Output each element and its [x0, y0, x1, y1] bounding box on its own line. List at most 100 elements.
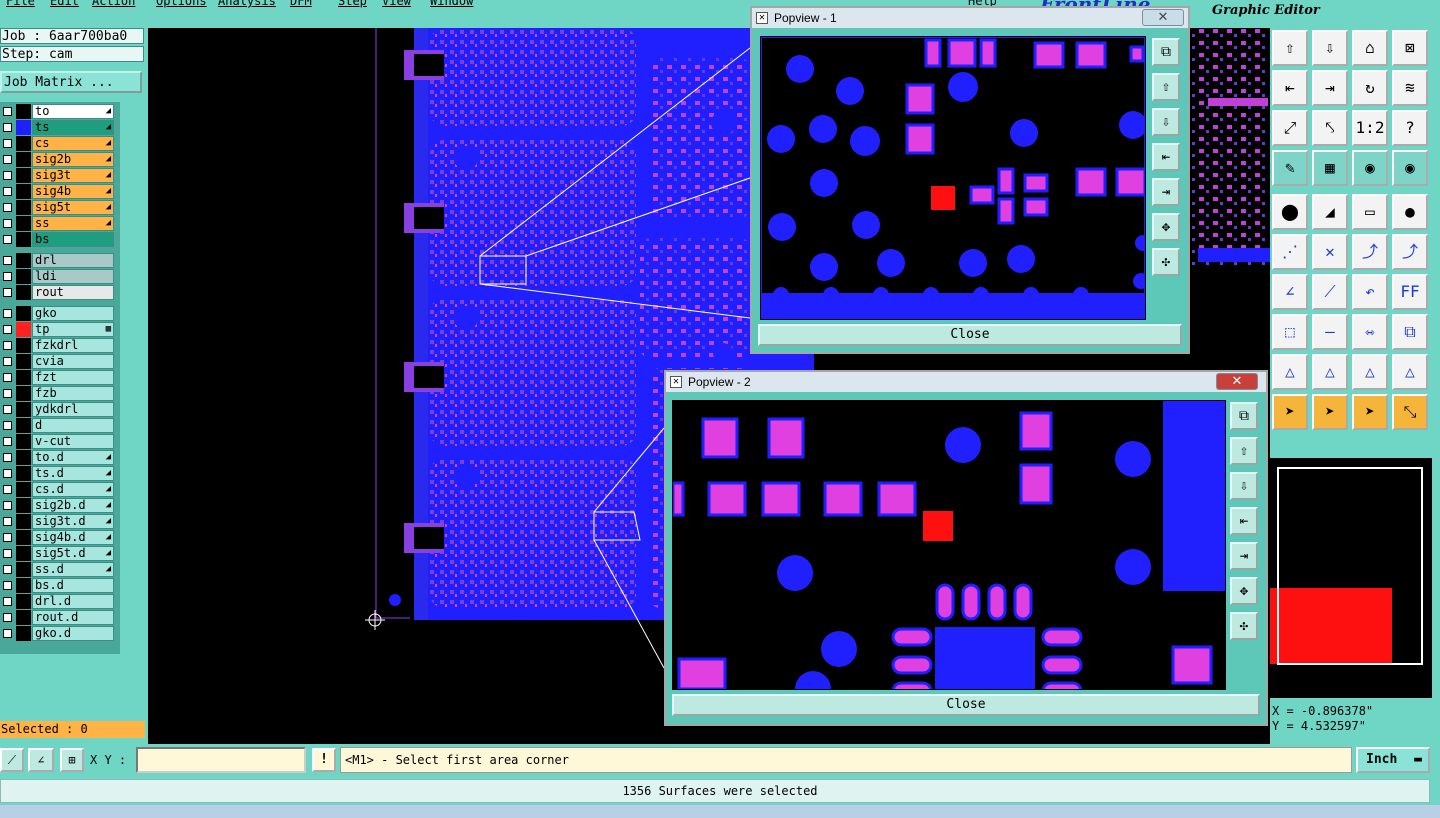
zoom-fit-icon[interactable]: ⤢: [1272, 110, 1308, 146]
layer-color-swatch[interactable]: [16, 168, 31, 183]
snap-icon[interactable]: ⟋: [0, 748, 24, 772]
layer-name[interactable]: ldi: [32, 269, 114, 284]
layer-color-swatch[interactable]: [16, 306, 31, 321]
layer-color-swatch[interactable]: [16, 562, 31, 577]
layer-name[interactable]: gko.d: [32, 626, 114, 641]
layer-row-sig5t-d[interactable]: sig5t.d ◢: [0, 546, 118, 561]
layer-name[interactable]: fzkdrl: [32, 338, 114, 353]
layer-checkbox[interactable]: [3, 107, 12, 116]
arc-icon[interactable]: ⤴: [1352, 234, 1388, 270]
zoom-out-icon[interactable]: ✥: [1152, 213, 1180, 241]
layer-name[interactable]: sig3t ◢: [32, 168, 114, 183]
layer-name[interactable]: fzt: [32, 370, 114, 385]
pan-right-icon[interactable]: ⇥: [1312, 70, 1348, 106]
zoom-in-icon[interactable]: ✣: [1152, 248, 1180, 276]
layer-color-swatch[interactable]: [16, 530, 31, 545]
layer-row-cs-d[interactable]: cs.d ◢: [0, 482, 118, 497]
layer-color-swatch[interactable]: [16, 418, 31, 433]
zoom-bottom-icon[interactable]: ⇩: [1152, 108, 1180, 136]
rotate-icon[interactable]: ↻: [1352, 70, 1388, 106]
layer-row-drl[interactable]: drl: [0, 253, 118, 268]
netlist2-icon[interactable]: ◉: [1392, 150, 1428, 186]
scale-icon[interactable]: 1:2: [1352, 110, 1388, 146]
grid-icon[interactable]: ▦: [1312, 150, 1348, 186]
layer-color-swatch[interactable]: [16, 514, 31, 529]
layer-name[interactable]: bs.d: [32, 578, 114, 593]
layer-row-drl-d[interactable]: drl.d: [0, 594, 118, 609]
layer-color-swatch[interactable]: [16, 498, 31, 513]
xy-input[interactable]: [136, 747, 306, 773]
menu-file[interactable]: File: [6, 0, 35, 8]
route-icon[interactable]: ⋰: [1272, 234, 1308, 270]
layer-checkbox[interactable]: [3, 437, 12, 446]
layer-name[interactable]: v-cut: [32, 434, 114, 449]
layer-name[interactable]: sig4b ◢: [32, 184, 114, 199]
layer-name[interactable]: ts.d ◢: [32, 466, 114, 481]
layer-color-swatch[interactable]: [16, 354, 31, 369]
layer-name[interactable]: rout: [32, 285, 114, 300]
select3-icon[interactable]: ➤: [1352, 394, 1388, 430]
layer-row-v-cut[interactable]: v-cut: [0, 434, 118, 449]
layer-name[interactable]: drl.d: [32, 594, 114, 609]
layer-name[interactable]: cs.d ◢: [32, 482, 114, 497]
stretch-icon[interactable]: ≋: [1392, 70, 1428, 106]
layer-name[interactable]: ts ◢: [32, 120, 114, 135]
popview-2-titlebar[interactable]: ✕ Popview - 2 ✕: [666, 372, 1266, 392]
layer-row-sig4b[interactable]: sig4b ◢: [0, 184, 118, 199]
line2-icon[interactable]: —: [1312, 314, 1348, 350]
layer-checkbox[interactable]: [3, 581, 12, 590]
layer-row-gko[interactable]: gko: [0, 306, 118, 321]
angle-icon[interactable]: ∠: [1272, 274, 1308, 310]
layer-checkbox[interactable]: [3, 219, 12, 228]
layer-checkbox[interactable]: [3, 139, 12, 148]
copy-icon[interactable]: ⧉: [1392, 314, 1428, 350]
layer-color-swatch[interactable]: [16, 232, 31, 247]
layer-row-bs-d[interactable]: bs.d: [0, 578, 118, 593]
layer-checkbox[interactable]: [3, 357, 12, 366]
layer-checkbox[interactable]: [3, 341, 12, 350]
layer-name[interactable]: fzb: [32, 386, 114, 401]
layer-checkbox[interactable]: [3, 309, 12, 318]
layer-color-swatch[interactable]: [16, 450, 31, 465]
layer-checkbox[interactable]: [3, 373, 12, 382]
text-icon[interactable]: FF: [1392, 274, 1428, 310]
layer-row-ts[interactable]: ts ◢: [0, 120, 118, 135]
popview-2-view[interactable]: [672, 400, 1226, 690]
layer-color-swatch[interactable]: [16, 120, 31, 135]
layer-color-swatch[interactable]: [16, 578, 31, 593]
layer-color-swatch[interactable]: [16, 402, 31, 417]
polygon2-icon[interactable]: △: [1312, 354, 1348, 390]
layer-color-swatch[interactable]: [16, 434, 31, 449]
layer-checkbox[interactable]: [3, 288, 12, 297]
layer-checkbox[interactable]: [3, 389, 12, 398]
layer-checkbox[interactable]: [3, 421, 12, 430]
layer-color-swatch[interactable]: [16, 594, 31, 609]
layer-checkbox[interactable]: [3, 533, 12, 542]
popview-1-close-button[interactable]: Close: [758, 324, 1182, 346]
layer-row-sig3t[interactable]: sig3t ◢: [0, 168, 118, 183]
pad-icon[interactable]: ⬤: [1272, 194, 1308, 230]
layer-name[interactable]: sig4b.d ◢: [32, 530, 114, 545]
netlist-icon[interactable]: ◉: [1352, 150, 1388, 186]
layer-checkbox[interactable]: [3, 405, 12, 414]
layer-row-to[interactable]: to ◢: [0, 104, 118, 119]
layer-row-ts-d[interactable]: ts.d ◢: [0, 466, 118, 481]
layer-row-rout[interactable]: rout: [0, 285, 118, 300]
layer-name[interactable]: to ◢: [32, 104, 114, 119]
layer-color-swatch[interactable]: [16, 184, 31, 199]
layer-name[interactable]: sig3t.d ◢: [32, 514, 114, 529]
layer-color-swatch[interactable]: [16, 338, 31, 353]
layer-name[interactable]: ydkdrl: [32, 402, 114, 417]
pan-left-icon[interactable]: ⇤: [1230, 507, 1258, 535]
pan-left-icon[interactable]: ⇤: [1152, 143, 1180, 171]
layer-checkbox[interactable]: [3, 485, 12, 494]
select2-icon[interactable]: ➤: [1312, 394, 1348, 430]
unit-selector[interactable]: Inch ▬: [1356, 747, 1430, 773]
menu-action[interactable]: Action: [92, 0, 135, 8]
angle-icon[interactable]: ∠: [28, 748, 54, 772]
zoom-in-icon[interactable]: ⤣: [1312, 110, 1348, 146]
layer-name[interactable]: ss.d ◢: [32, 562, 114, 577]
line-icon[interactable]: ◢: [1312, 194, 1348, 230]
menu-edit[interactable]: Edit: [50, 0, 79, 8]
layer-row-fzb[interactable]: fzb: [0, 386, 118, 401]
